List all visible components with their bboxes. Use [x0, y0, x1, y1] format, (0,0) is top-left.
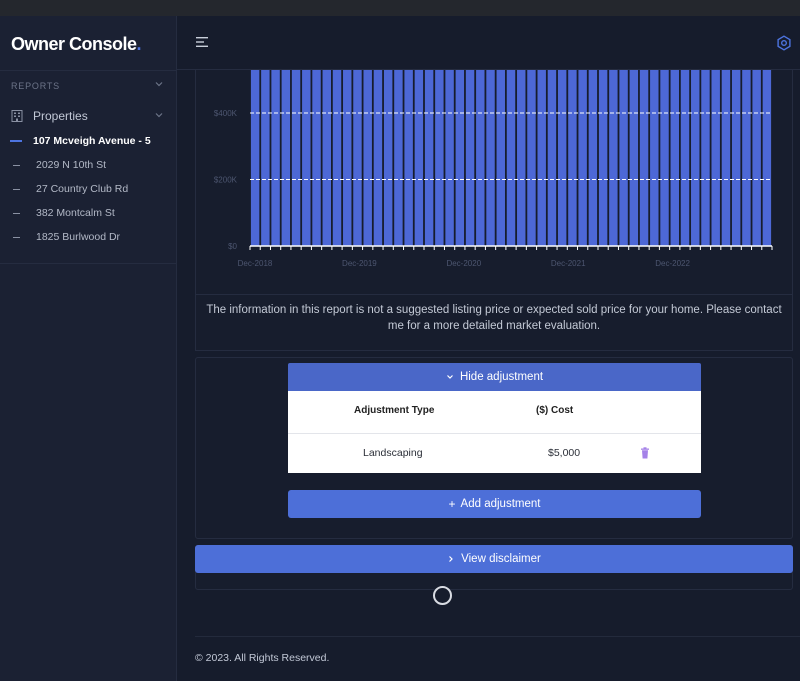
chart-bar	[332, 70, 342, 246]
x-tick-label: Dec-2020	[446, 259, 481, 268]
chart-bar	[752, 70, 761, 246]
chart-bar	[414, 70, 424, 246]
card-divider	[195, 294, 793, 295]
chart-bar	[394, 70, 403, 246]
chart-bar	[373, 70, 383, 246]
app-logo[interactable]: Owner Console.	[11, 34, 141, 55]
chart-bar	[527, 70, 536, 246]
chart-bar	[476, 70, 485, 246]
browser-top-strip	[0, 0, 800, 16]
chart-bar	[517, 70, 526, 246]
chart-bar	[312, 70, 321, 246]
chart-bar	[455, 70, 465, 246]
chart-bar	[721, 70, 731, 246]
chart-bar	[578, 70, 587, 246]
sidebar-item-property-3[interactable]: 27 Country Club Rd	[10, 181, 128, 197]
x-tick-label: Dec-2021	[551, 259, 586, 268]
sidebar-item-property-2[interactable]: 2029 N 10th St	[10, 157, 106, 173]
chart-bar	[537, 70, 546, 246]
view-disclaimer-button[interactable]: View disclaimer	[195, 545, 793, 573]
hide-adjustment-button[interactable]: Hide adjustment	[288, 363, 701, 391]
section-label-reports: REPORTS	[11, 81, 60, 91]
sidebar-item-property-1[interactable]: 107 Mcveigh Avenue - 5	[10, 133, 151, 149]
sidebar-divider	[0, 70, 177, 71]
chevron-down-icon[interactable]	[154, 79, 164, 89]
chart-bar	[435, 70, 444, 246]
chart-bar	[609, 70, 618, 246]
sidebar-item-label: Properties	[33, 109, 88, 123]
chart-bar	[670, 70, 679, 246]
chart-bar	[650, 70, 659, 246]
chart-bar	[557, 70, 567, 246]
adjustment-type-cell: Landscaping	[363, 447, 423, 459]
sidebar-item-property-5[interactable]: 1825 Burlwood Dr	[10, 229, 120, 245]
chart-bar	[281, 70, 291, 246]
chart-bar	[404, 70, 413, 246]
gear-icon[interactable]	[776, 35, 792, 51]
price-history-chart: $0 $200K $400K Dec-2018 Dec-2019 Dec-2020 Dec-…	[214, 70, 773, 268]
top-header	[177, 16, 800, 70]
chart-bar	[322, 70, 331, 246]
chart-bar	[588, 70, 598, 246]
chart-bar	[619, 70, 628, 246]
adjustment-cost-cell: $5,000	[548, 447, 581, 459]
sidebar-divider	[0, 263, 177, 264]
chart-bar	[639, 70, 649, 246]
chart-bar	[629, 70, 639, 246]
x-tick-label: Dec-2019	[342, 259, 377, 268]
sidebar-item-properties[interactable]: Properties	[10, 108, 88, 124]
chevron-down-icon[interactable]	[154, 110, 164, 120]
y-tick-label: $400K	[214, 109, 238, 118]
trash-icon[interactable]	[640, 447, 650, 459]
chart-bar	[363, 70, 372, 246]
chart-bar	[742, 70, 751, 246]
footer-copyright: © 2023. All Rights Reserved.	[195, 652, 330, 664]
chart-bar	[762, 70, 772, 246]
plus-icon: +	[448, 497, 456, 511]
chevron-down-icon	[447, 375, 453, 379]
chart-bar	[701, 70, 710, 246]
y-tick-label: $0	[228, 242, 237, 251]
chevron-right-icon	[449, 556, 454, 562]
building-icon	[11, 110, 23, 122]
chart-bar	[250, 70, 260, 246]
chart-bar	[547, 70, 557, 246]
chart-bar	[711, 70, 720, 246]
sidebar-item-property-4[interactable]: 382 Montcalm St	[10, 205, 115, 221]
chart-bar	[424, 70, 434, 246]
chart-bar	[353, 70, 362, 246]
chart-bar	[598, 70, 608, 246]
chart-bar	[383, 70, 393, 246]
sidebar: Owner Console. REPORTS Properties 107 Mc…	[0, 16, 177, 681]
y-tick-label: $200K	[214, 176, 238, 185]
chart-bar	[660, 70, 669, 246]
chart-bar	[302, 70, 311, 246]
add-adjustment-button[interactable]: + Add adjustment	[288, 490, 701, 518]
chart-bar	[261, 70, 270, 246]
table-divider	[288, 433, 701, 434]
chart-bar	[291, 70, 301, 246]
footer-divider	[195, 636, 800, 637]
report-disclaimer-text: The information in this report is not a …	[206, 304, 782, 332]
chart-bar	[465, 70, 475, 246]
loading-spinner	[433, 586, 452, 605]
chart-bar	[445, 70, 454, 246]
chart-bar	[568, 70, 577, 246]
chart-bar	[496, 70, 505, 246]
x-tick-label: Dec-2022	[655, 259, 690, 268]
chart-bar	[486, 70, 495, 246]
chart-bar	[343, 70, 352, 246]
column-header-type: Adjustment Type	[354, 405, 435, 416]
chart-bar	[680, 70, 690, 246]
chart-bar	[691, 70, 700, 246]
x-tick-label: Dec-2018	[238, 259, 273, 268]
chart-bar	[271, 70, 280, 246]
chart-bar	[731, 70, 741, 246]
column-header-cost: ($) Cost	[536, 405, 574, 416]
hamburger-icon[interactable]	[196, 36, 210, 48]
adjustments-table: Adjustment Type ($) Cost Landscaping $5,…	[288, 391, 701, 473]
chart-bar	[506, 70, 516, 246]
